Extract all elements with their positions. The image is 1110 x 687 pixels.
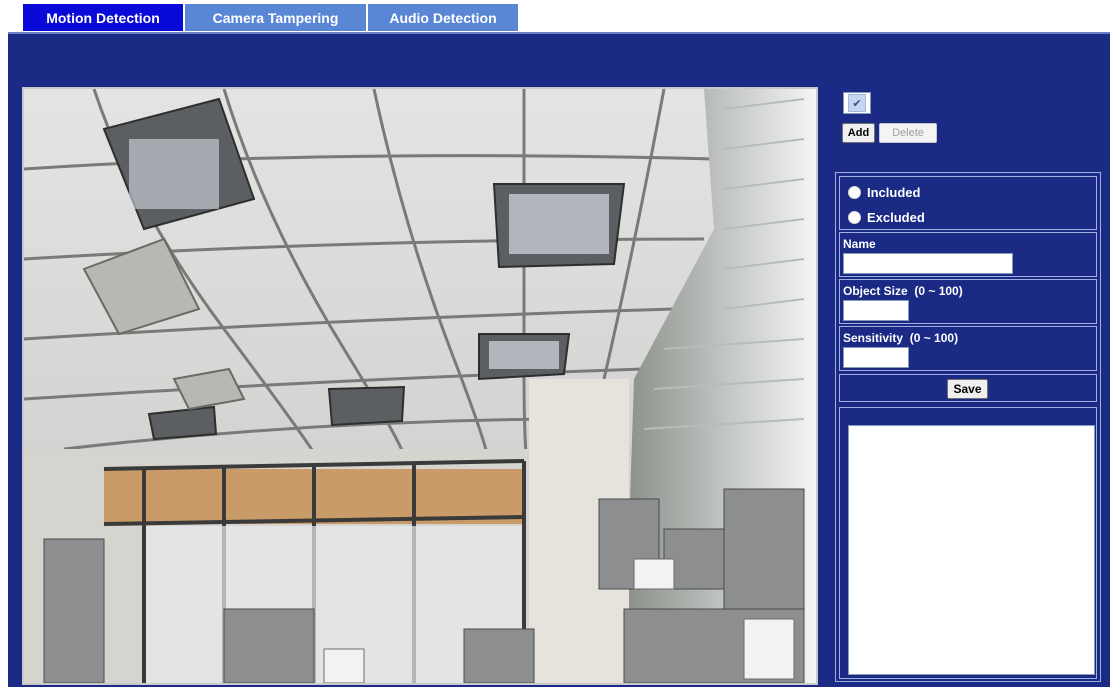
included-radio[interactable]: Included xyxy=(848,185,920,200)
tab-audio-detection[interactable]: Audio Detection xyxy=(367,3,519,32)
excluded-label: Excluded xyxy=(867,210,925,225)
object-size-field[interactable] xyxy=(843,300,909,321)
camera-image xyxy=(24,89,816,683)
tab-motion-detection[interactable]: Motion Detection xyxy=(22,3,184,32)
tab-bar: Motion Detection Camera Tampering Audio … xyxy=(22,3,519,32)
main-panel: ✔ Add Delete Included Excluded Name Obje… xyxy=(8,32,1110,687)
included-label: Included xyxy=(867,185,921,200)
object-size-section: Object Size (0 ~ 100) xyxy=(839,279,1097,324)
include-exclude-section: Included Excluded xyxy=(839,176,1097,230)
chevron-down-icon: ✔ xyxy=(848,94,866,112)
name-section: Name xyxy=(839,232,1097,277)
notes-textarea[interactable] xyxy=(848,425,1095,675)
object-size-label: Object Size (0 ~ 100) xyxy=(843,284,963,298)
radio-icon xyxy=(848,186,861,199)
camera-view[interactable] xyxy=(22,87,818,685)
add-button[interactable]: Add xyxy=(842,123,875,143)
sensitivity-label: Sensitivity (0 ~ 100) xyxy=(843,331,959,345)
window-settings-form: Included Excluded Name Object Size (0 ~ … xyxy=(835,172,1101,682)
save-section: Save xyxy=(839,374,1097,402)
save-button[interactable]: Save xyxy=(947,379,988,399)
name-field[interactable] xyxy=(843,253,1013,274)
name-label: Name xyxy=(843,237,876,251)
excluded-radio[interactable]: Excluded xyxy=(848,210,925,225)
window-select[interactable]: ✔ xyxy=(843,92,871,114)
tab-camera-tampering[interactable]: Camera Tampering xyxy=(184,3,367,32)
notes-section xyxy=(839,407,1097,679)
sensitivity-section: Sensitivity (0 ~ 100) xyxy=(839,326,1097,371)
radio-icon xyxy=(848,211,861,224)
delete-button[interactable]: Delete xyxy=(879,123,937,143)
sensitivity-field[interactable] xyxy=(843,347,909,368)
